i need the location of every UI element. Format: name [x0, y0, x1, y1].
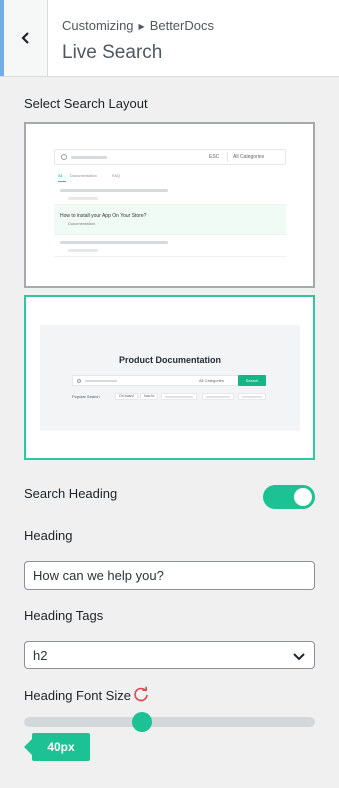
preview-popular-label: Popular Search — [72, 394, 100, 399]
heading-font-size-label: Heading Font Size — [24, 688, 131, 703]
layout-option-2[interactable]: Product Documentation All Categories Sea… — [24, 295, 315, 460]
preview-chip — [202, 393, 234, 400]
preview-search-button: Search — [238, 375, 266, 386]
preview-tab-faq: FAQ — [112, 173, 121, 178]
preview-tabs: All Documentation FAQ — [54, 171, 286, 183]
preview-chip — [238, 393, 266, 400]
preview-categories: All Categories — [199, 378, 224, 383]
preview-doc-title: Product Documentation — [118, 355, 221, 365]
toggle-knob — [294, 488, 312, 506]
chevron-down-icon — [293, 653, 305, 661]
heading-label: Heading — [24, 528, 73, 543]
heading-tags-select[interactable]: h2 — [24, 641, 315, 669]
preview-result-row — [54, 235, 286, 257]
font-size-slider-track[interactable] — [24, 717, 315, 727]
customizer-header: Customizing ▶ BetterDocs Live Search — [0, 0, 339, 77]
preview-search-bar: All Categories — [72, 375, 266, 386]
search-icon — [77, 379, 81, 383]
preview-highlight-sub: Documentation — [68, 221, 95, 226]
search-heading-toggle[interactable] — [263, 485, 315, 509]
triangle-right-icon: ▶ — [138, 22, 145, 31]
preview-chip — [161, 393, 197, 400]
preview-result-row-highlight: How to install your App On Your Store? D… — [54, 205, 286, 235]
preview-chip: On board — [115, 393, 138, 400]
preview-search-bar: ESC All Categories — [54, 149, 286, 165]
font-size-value-badge: 40px — [24, 733, 90, 761]
chevron-left-icon — [20, 32, 29, 44]
back-button[interactable] — [0, 0, 48, 76]
breadcrumb-child: BetterDocs — [149, 18, 214, 33]
page-title: Live Search — [62, 42, 163, 63]
breadcrumb: Customizing ▶ BetterDocs — [62, 18, 214, 33]
preview-tab-docs: Documentation — [70, 173, 97, 178]
search-layout-label: Select Search Layout — [24, 96, 148, 111]
breadcrumb-parent: Customizing — [62, 18, 134, 33]
layout-1-preview: ESC All Categories All Documentation FAQ… — [54, 149, 286, 257]
layout-2-preview: Product Documentation All Categories Sea… — [40, 325, 300, 431]
preview-result-row — [54, 183, 286, 205]
heading-input[interactable] — [24, 561, 315, 590]
preview-highlight-title: How to install your App On Your Store? — [60, 213, 147, 219]
heading-tags-value: h2 — [33, 648, 48, 663]
preview-tab-all: All — [58, 173, 63, 178]
search-heading-label: Search Heading — [24, 486, 118, 501]
preview-esc: ESC — [209, 154, 220, 160]
reset-icon[interactable] — [133, 686, 149, 702]
layout-option-1[interactable]: ESC All Categories All Documentation FAQ… — [24, 122, 315, 288]
font-size-slider-thumb[interactable] — [132, 712, 152, 732]
search-icon — [61, 154, 67, 160]
preview-categories: All Categories — [233, 154, 265, 160]
heading-tags-label: Heading Tags — [24, 608, 104, 623]
preview-chip: how to — [140, 393, 159, 400]
